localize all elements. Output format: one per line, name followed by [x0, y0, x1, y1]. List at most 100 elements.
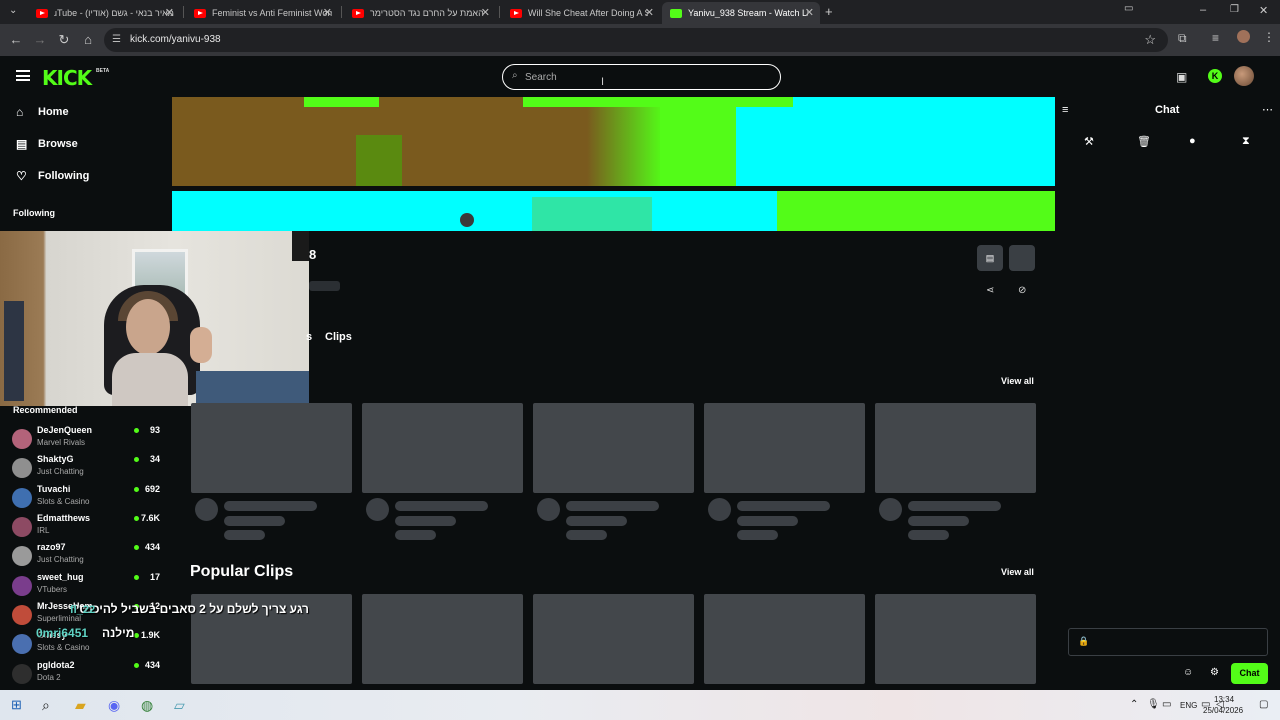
chrome-icon[interactable]: ◍ [141, 697, 153, 714]
recommended-channel[interactable]: pgldota2 Dota 2 434 [12, 659, 172, 687]
thumbnail-skeleton[interactable] [362, 403, 523, 493]
overlay-chat-message: מילנה [102, 626, 135, 640]
video-player[interactable] [172, 97, 1055, 231]
close-icon[interactable]: ✕ [165, 6, 174, 19]
profile-avatar-icon[interactable] [1237, 30, 1250, 43]
trash-icon[interactable]: 🗑 [1137, 135, 1151, 148]
tray-app-icon[interactable]: ▭ [1162, 699, 1171, 710]
recommended-channel[interactable]: Tuvachi Slots & Casino 692 [12, 483, 172, 511]
avatar-skeleton [195, 498, 218, 521]
channel-category: Just Chatting [37, 555, 84, 564]
kick-rewards-icon[interactable]: K [1208, 69, 1222, 83]
recommended-channel[interactable]: razo97 Just Chatting 434 [12, 541, 172, 569]
text-skeleton [224, 530, 265, 540]
browser-tab-4[interactable]: Will She Cheat After Doing A S ✕ [502, 2, 660, 24]
user-avatar[interactable] [1234, 66, 1254, 86]
browser-tab-5-active[interactable]: Yanivu_938 Stream - Watch Live ✕ [662, 2, 820, 24]
close-window-icon[interactable]: ✕ [1259, 4, 1268, 17]
microphone-icon[interactable]: 🎙 [1147, 699, 1160, 710]
language-indicator[interactable]: ENG [1180, 701, 1197, 710]
tab-search-icon[interactable]: ⌄ [9, 5, 17, 16]
text-skeleton [737, 516, 798, 526]
view-all-clips-link[interactable]: View all [1001, 567, 1034, 577]
follow-button-skeleton[interactable] [1009, 245, 1035, 271]
browser-tab-3[interactable]: האמת על החרם נגד הסטרימר ✕ [344, 2, 496, 24]
viewer-count: 692 [144, 484, 160, 494]
settings-gear-icon[interactable]: ⚙ [1210, 667, 1219, 678]
reading-list-icon[interactable]: ≡ [1212, 31, 1219, 45]
close-icon[interactable]: ✕ [481, 6, 490, 19]
view-all-link[interactable]: View all [1001, 376, 1034, 386]
chat-message-input[interactable]: 🔒 [1068, 628, 1268, 656]
forward-icon[interactable]: → [32, 32, 48, 47]
thumbnail-skeleton[interactable] [191, 403, 352, 493]
windows-start-icon[interactable]: ⊞ [11, 697, 22, 713]
minimize-icon[interactable]: – [1200, 4, 1206, 16]
hamburger-menu-icon[interactable] [16, 70, 30, 81]
new-tab-icon[interactable]: + [825, 4, 833, 19]
sidebar-item-browse[interactable]: ▤ Browse [16, 134, 78, 154]
file-explorer-icon[interactable]: ▰ [75, 697, 86, 714]
chat-options-icon[interactable]: ⋯ [1262, 103, 1273, 116]
close-icon[interactable]: ✕ [805, 6, 814, 19]
chat-title: Chat [1155, 104, 1180, 116]
thumbnail-skeleton[interactable] [533, 403, 694, 493]
kick-dashboard-icon[interactable]: ▣ [1176, 70, 1187, 84]
cast-icon[interactable]: ▭ [1124, 3, 1133, 14]
sidebar-item-home[interactable]: ⌂ Home [16, 102, 69, 122]
browser-tab-bar: ⌄ מאיר בנאי - גשם (אודיו) - uTube ✕ Femi… [0, 0, 1280, 24]
viewer-count: 434 [144, 542, 160, 552]
bookmark-star-icon[interactable]: ☆ [1144, 32, 1156, 48]
menu-kebab-icon[interactable]: ⋮ [1263, 30, 1275, 44]
url-field[interactable]: ☰ kick.com/yanivu-938 ☆ [104, 28, 1168, 52]
collapse-chat-icon[interactable]: ≡ [1062, 104, 1068, 116]
recommended-channel[interactable]: ShaktyG Just Chatting 34 [12, 453, 172, 481]
tray-chevron-icon[interactable]: ⌃ [1130, 699, 1138, 710]
thumbnail-skeleton[interactable] [875, 594, 1036, 684]
browser-tab-1[interactable]: מאיר בנאי - גשם (אודיו) - uTube ✕ [28, 2, 180, 24]
channel-category: Slots & Casino [37, 643, 90, 652]
restore-icon[interactable]: ❐ [1230, 4, 1239, 15]
channel-name: ShaktyG [37, 454, 74, 464]
tab-partial[interactable]: s [306, 331, 312, 343]
thumbnail-skeleton[interactable] [875, 403, 1036, 493]
close-icon[interactable]: ✕ [323, 6, 332, 19]
browser-tab-2[interactable]: Feminist vs Anti Feminist Wome ✕ [186, 2, 338, 24]
app-icon[interactable]: ▱ [174, 697, 185, 714]
home-icon[interactable]: ⌂ [80, 32, 96, 47]
avatar [12, 488, 32, 508]
recommended-channel[interactable]: DeJenQueen Marvel Rivals 93 [12, 424, 172, 452]
back-icon[interactable]: ← [8, 32, 24, 47]
thumbnail-skeleton[interactable] [704, 403, 865, 493]
share-icon[interactable]: ⋖ [986, 285, 994, 296]
chat-bubble-icon[interactable]: ● [1189, 135, 1196, 147]
close-icon[interactable]: ✕ [645, 6, 654, 19]
hammer-icon[interactable]: ⚒ [1084, 135, 1094, 148]
tab-clips[interactable]: Clips [325, 331, 352, 343]
extensions-icon[interactable]: ⧉ [1178, 31, 1187, 46]
search-icon[interactable]: ⌕ [42, 697, 50, 714]
notifications-icon[interactable]: ▢ [1259, 699, 1268, 710]
hide-icon[interactable]: ⊘ [1018, 285, 1026, 296]
browse-icon: ▤ [16, 137, 28, 151]
clock-time[interactable]: 13:34 [1214, 695, 1234, 704]
clock-date[interactable]: 25/04/2026 [1203, 706, 1243, 715]
site-info-icon[interactable]: ☰ [112, 34, 121, 45]
recommended-channel[interactable]: sweet_hug VTubers 17 [12, 571, 172, 599]
thumbnail-skeleton[interactable] [533, 594, 694, 684]
thumbnail-skeleton[interactable] [362, 594, 523, 684]
recommended-channel[interactable]: Edmatthews IRL 7.6K [12, 512, 172, 540]
kick-logo[interactable]: KICK [42, 66, 92, 90]
home-icon: ⌂ [16, 105, 24, 119]
hourglass-icon[interactable]: ⧗ [1242, 135, 1250, 148]
discord-icon[interactable]: ◉ [108, 697, 120, 714]
chat-send-button[interactable]: Chat [1231, 663, 1268, 684]
emote-icon[interactable]: ☺ [1183, 667, 1193, 678]
windows-taskbar: ⊞ ⌕ ▰ ◉ ◍ ▱ ⌃ 🎙 ▭ ENG ▭ ◁ 13:34 25/04/20… [0, 690, 1280, 720]
thumbnail-skeleton[interactable] [704, 594, 865, 684]
clip-button[interactable]: ▤ [977, 245, 1003, 271]
recommended-section-header: Recommended [13, 405, 78, 415]
sidebar-item-following[interactable]: ♡ Following [16, 166, 89, 186]
search-input[interactable]: ⌕ Search [502, 64, 781, 90]
reload-icon[interactable]: ↻ [56, 32, 72, 48]
